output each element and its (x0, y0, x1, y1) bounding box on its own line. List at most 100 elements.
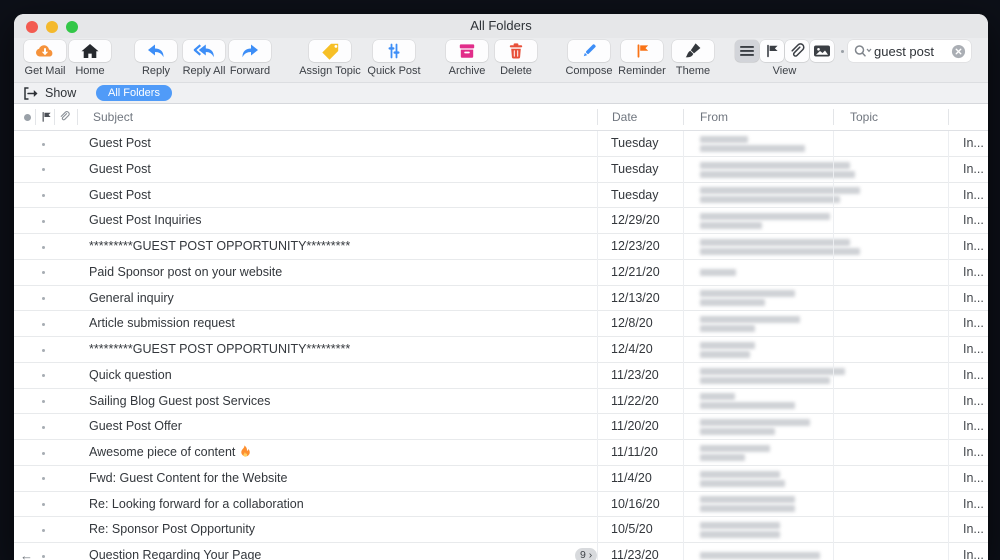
read-status-dot (42, 348, 45, 352)
flag-filter-button[interactable] (760, 40, 784, 62)
message-date: 10/16/20 (611, 496, 660, 511)
quick-post-button[interactable]: Quick Post (362, 40, 426, 77)
message-subject: *********GUEST POST OPPORTUNITY********* (89, 342, 351, 356)
toolbar-button-label: Delete (500, 65, 532, 77)
assign-topic-button[interactable]: Assign Topic (298, 40, 362, 77)
message-folder: In... (963, 548, 984, 560)
message-date: 11/23/20 (611, 367, 659, 382)
message-row[interactable]: ← Question Regarding Your Page 9 › 11/23… (14, 543, 988, 560)
sender-redacted-blur (700, 492, 795, 518)
image-filter-button[interactable] (810, 40, 834, 62)
message-row[interactable]: Guest Post Offer 11/20/20 In... (14, 414, 988, 440)
read-status-dot (42, 425, 45, 429)
read-status-column-icon[interactable] (24, 114, 31, 121)
message-date: 12/4/20 (611, 342, 653, 356)
message-row[interactable]: Quick question 11/23/20 In... (14, 362, 988, 389)
message-subject: Question Regarding Your Page (89, 548, 262, 560)
flag-filter-icon (767, 44, 778, 58)
titlebar: All Folders (14, 14, 988, 38)
toolbar-button-label: Forward (229, 65, 271, 77)
theme-button[interactable]: Theme (661, 40, 725, 77)
home-icon (81, 44, 99, 58)
message-subject: Quick question (89, 367, 172, 382)
message-subject: Sailing Blog Guest post Services (89, 393, 271, 408)
message-folder: In... (963, 419, 984, 434)
message-date: 12/23/20 (611, 239, 660, 253)
search-input[interactable] (874, 43, 951, 59)
message-row[interactable]: Guest Post Tuesday In... (14, 156, 988, 183)
flag-column-icon[interactable] (39, 110, 53, 124)
flag-icon (637, 44, 649, 58)
read-status-dot (42, 271, 45, 275)
tag-icon (322, 43, 339, 60)
attachment-column-icon[interactable] (57, 110, 71, 124)
message-row[interactable]: Guest Post Inquiries 12/29/20 In... (14, 208, 988, 234)
show-panel-icon (24, 86, 38, 100)
message-row[interactable]: Re: Looking forward for a collaboration … (14, 491, 988, 518)
subject-column-header[interactable]: Subject (93, 104, 133, 130)
message-subject: Guest Post (89, 187, 151, 202)
delete-button[interactable]: Delete (484, 40, 548, 77)
topic-column-header[interactable]: Topic (850, 104, 878, 130)
home-button[interactable]: Home (58, 40, 122, 77)
toolbar: Get Mail Home Reply Reply All Forward As… (14, 38, 988, 82)
message-row[interactable]: Article submission request 12/8/20 In... (14, 311, 988, 337)
sliders-icon (388, 43, 400, 59)
message-date: Tuesday (611, 161, 659, 176)
message-row[interactable]: Paid Sponsor post on your website 12/21/… (14, 259, 988, 286)
forward-button[interactable]: Forward (218, 40, 282, 77)
message-date: 11/11/20 (611, 445, 658, 459)
message-row[interactable]: Awesome piece of content 11/11/20 In... (14, 440, 988, 466)
message-date: Tuesday (611, 187, 659, 202)
message-row[interactable]: Guest Post Tuesday In... (14, 131, 988, 157)
attachment-filter-button[interactable] (785, 40, 809, 62)
list-view-icon (740, 46, 754, 56)
message-row[interactable]: Re: Sponsor Post Opportunity 10/5/20 In.… (14, 517, 988, 543)
zoom-window-button[interactable] (66, 21, 78, 33)
message-row[interactable]: Guest Post Tuesday In... (14, 182, 988, 209)
message-date: 12/29/20 (611, 213, 660, 228)
search-field[interactable] (848, 40, 971, 62)
read-status-dot (42, 503, 45, 506)
message-date: 12/13/20 (611, 290, 660, 305)
message-list: Guest Post Tuesday In... Guest Post Tues… (14, 131, 988, 560)
message-folder: In... (963, 187, 984, 202)
clear-search-icon[interactable] (951, 44, 966, 59)
message-row[interactable]: Sailing Blog Guest post Services 11/22/2… (14, 388, 988, 415)
message-folder: In... (963, 290, 984, 305)
read-status-dot (42, 219, 45, 223)
message-row[interactable]: Fwd: Guest Content for the Website 11/4/… (14, 465, 988, 492)
message-folder: In... (963, 239, 984, 253)
show-filter-button[interactable]: Show (22, 83, 76, 103)
read-status-dot (42, 451, 45, 455)
message-subject: Re: Sponsor Post Opportunity (89, 522, 256, 537)
message-row[interactable]: *********GUEST POST OPPORTUNITY*********… (14, 234, 988, 260)
attachment-filter-icon (791, 43, 805, 57)
sender-redacted-blur (700, 517, 780, 543)
from-column-header[interactable]: From (700, 104, 728, 130)
forward-arrow-icon (242, 44, 258, 58)
message-folder: In... (963, 470, 984, 485)
sender-redacted-blur (700, 363, 845, 389)
desktop: { "window": { "title": "All Folders" }, … (0, 0, 1000, 560)
sender-redacted-blur (700, 414, 810, 440)
message-folder: In... (963, 264, 984, 279)
active-filter-pill[interactable]: All Folders (96, 85, 172, 101)
list-view-button[interactable] (735, 40, 759, 62)
date-column-header[interactable]: Date (612, 104, 637, 130)
message-row[interactable]: *********GUEST POST OPPORTUNITY*********… (14, 337, 988, 363)
read-status-dot (42, 297, 45, 300)
message-folder: In... (963, 136, 984, 150)
message-folder: In... (963, 522, 984, 537)
read-status-dot (42, 554, 45, 558)
close-window-button[interactable] (26, 21, 38, 33)
toolbar-separator-dot (841, 50, 844, 53)
message-subject: General inquiry (89, 290, 174, 305)
message-row[interactable]: General inquiry 12/13/20 In... (14, 285, 988, 312)
minimize-window-button[interactable] (46, 21, 58, 33)
read-status-dot (42, 194, 45, 197)
toolbar-button-label: Theme (675, 65, 711, 77)
message-date: 11/20/20 (611, 419, 659, 434)
toolbar-button-label: Quick Post (367, 65, 421, 77)
message-folder: In... (963, 316, 984, 331)
